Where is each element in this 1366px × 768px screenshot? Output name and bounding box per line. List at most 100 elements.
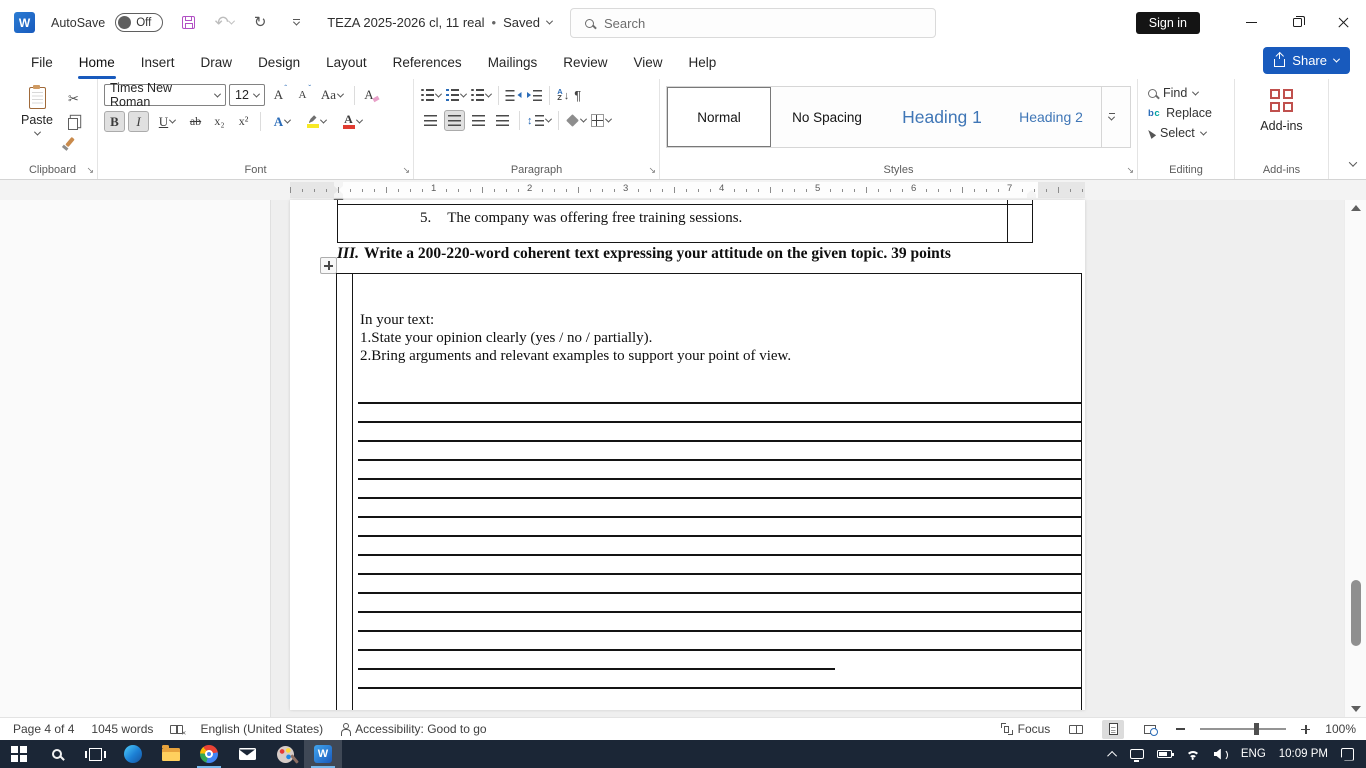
word-app-icon[interactable]: [14, 12, 35, 33]
tab-mailings[interactable]: Mailings: [475, 45, 551, 79]
proofing-status-button[interactable]: [170, 725, 183, 734]
cut-button[interactable]: [68, 90, 82, 108]
minimize-button[interactable]: [1228, 0, 1274, 45]
wifi-icon[interactable]: [1185, 748, 1201, 760]
align-center-button[interactable]: [444, 110, 465, 131]
tab-layout[interactable]: Layout: [313, 45, 380, 79]
tab-insert[interactable]: Insert: [128, 45, 188, 79]
copy-button[interactable]: [68, 118, 78, 130]
font-color-button[interactable]: A: [335, 111, 369, 132]
multilevel-list-button[interactable]: [470, 88, 492, 103]
style-normal[interactable]: Normal: [667, 87, 771, 147]
numbering-button[interactable]: [445, 88, 467, 103]
edge-taskbar-icon[interactable]: [114, 740, 152, 768]
read-mode-button[interactable]: [1065, 720, 1087, 739]
volume-icon[interactable]: [1214, 749, 1228, 760]
page-indicator[interactable]: Page 4 of 4: [13, 722, 74, 736]
text-effects-button[interactable]: A: [267, 111, 297, 132]
styles-dialog-launcher[interactable]: [1126, 165, 1134, 176]
clear-formatting-button[interactable]: A: [361, 85, 382, 106]
save-button[interactable]: [177, 12, 199, 34]
highlight-color-button[interactable]: [300, 111, 332, 132]
accessibility-status[interactable]: Accessibility: Good to go: [340, 722, 486, 736]
find-button[interactable]: Find: [1148, 86, 1228, 100]
zoom-level[interactable]: 100%: [1325, 722, 1356, 736]
zoom-out-button[interactable]: [1176, 728, 1185, 729]
zoom-slider[interactable]: [1200, 728, 1286, 729]
autosave-toggle[interactable]: Off: [115, 13, 163, 32]
bullets-button[interactable]: [420, 88, 442, 103]
sort-button[interactable]: [556, 85, 570, 105]
format-painter-button[interactable]: [65, 137, 74, 147]
tab-help[interactable]: Help: [676, 45, 730, 79]
zoom-in-button[interactable]: [1301, 725, 1310, 734]
start-taskbar-icon[interactable]: [0, 740, 38, 768]
tab-file[interactable]: File: [18, 45, 66, 79]
subscript-button[interactable]: x₂: [209, 111, 230, 132]
tab-references[interactable]: References: [380, 45, 475, 79]
tab-view[interactable]: View: [620, 45, 675, 79]
replace-button[interactable]: Replace: [1148, 106, 1228, 120]
language-switcher[interactable]: ENG: [1241, 748, 1266, 760]
italic-button[interactable]: I: [128, 111, 149, 132]
word-count[interactable]: 1045 words: [91, 722, 153, 736]
font-size-select[interactable]: 12: [229, 84, 265, 106]
zoom-slider-thumb[interactable]: [1254, 723, 1259, 735]
select-button[interactable]: Select: [1148, 126, 1228, 140]
bold-button[interactable]: B: [104, 111, 125, 132]
sign-in-button[interactable]: Sign in: [1136, 12, 1200, 34]
more-styles-button[interactable]: [1101, 87, 1121, 147]
style-heading-2[interactable]: Heading 2: [1001, 87, 1101, 147]
tab-design[interactable]: Design: [245, 45, 313, 79]
print-layout-button[interactable]: [1102, 720, 1124, 739]
redo-button[interactable]: [249, 12, 271, 34]
close-button[interactable]: [1320, 0, 1366, 45]
focus-button[interactable]: Focus: [1001, 722, 1051, 736]
addins-button[interactable]: Add-ins: [1260, 84, 1302, 161]
battery-icon[interactable]: [1157, 750, 1172, 758]
clipboard-dialog-launcher[interactable]: [86, 165, 94, 176]
ruler-bar[interactable]: 1234567: [290, 182, 1085, 198]
restore-button[interactable]: [1274, 0, 1320, 45]
shading-button[interactable]: [565, 113, 587, 128]
show-hide-marks-button[interactable]: [573, 87, 582, 104]
clock[interactable]: 10:09 PM: [1279, 748, 1328, 760]
paste-button[interactable]: Paste: [14, 84, 60, 161]
word-taskbar-icon[interactable]: [304, 740, 342, 768]
align-left-button[interactable]: [420, 110, 441, 131]
undo-button[interactable]: [213, 12, 235, 34]
document-page[interactable]: 5.The company was offering free training…: [290, 200, 1085, 710]
tab-draw[interactable]: Draw: [188, 45, 246, 79]
language-indicator[interactable]: English (United States): [200, 722, 323, 736]
grow-font-button[interactable]: Aˆ: [268, 85, 289, 106]
mail-taskbar-icon[interactable]: [228, 740, 266, 768]
task-view-taskbar-icon[interactable]: [76, 740, 114, 768]
paragraph-dialog-launcher[interactable]: [648, 165, 656, 176]
scrollbar-thumb[interactable]: [1351, 580, 1361, 646]
customize-toolbar-button[interactable]: [285, 12, 307, 34]
web-layout-button[interactable]: [1139, 720, 1161, 739]
font-name-select[interactable]: Times New Roman: [104, 84, 226, 106]
change-case-button[interactable]: Aa: [316, 85, 348, 106]
share-button[interactable]: Share: [1263, 47, 1350, 74]
increase-indent-button[interactable]: [526, 89, 544, 102]
tab-home[interactable]: Home: [66, 45, 128, 79]
superscript-button[interactable]: x²: [233, 111, 254, 132]
tray-display-icon[interactable]: [1130, 749, 1144, 759]
decrease-indent-button[interactable]: [505, 89, 523, 102]
font-dialog-launcher[interactable]: [402, 165, 410, 176]
underline-button[interactable]: U: [152, 111, 182, 132]
scroll-down-icon[interactable]: [1351, 706, 1361, 712]
document-title[interactable]: TEZA 2025-2026 cl, 11 real Saved: [327, 15, 552, 30]
align-right-button[interactable]: [468, 110, 489, 131]
action-center-icon[interactable]: [1341, 748, 1354, 761]
line-spacing-button[interactable]: [526, 114, 552, 128]
tab-review[interactable]: Review: [550, 45, 620, 79]
justify-button[interactable]: [492, 110, 513, 131]
chrome-taskbar-icon[interactable]: [190, 740, 228, 768]
shrink-font-button[interactable]: Aˇ: [292, 85, 313, 106]
tray-expand-icon[interactable]: [1107, 750, 1117, 760]
search-taskbar-icon[interactable]: [38, 740, 76, 768]
style-heading-1[interactable]: Heading 1: [883, 87, 1001, 147]
vertical-scrollbar[interactable]: [1344, 200, 1366, 717]
